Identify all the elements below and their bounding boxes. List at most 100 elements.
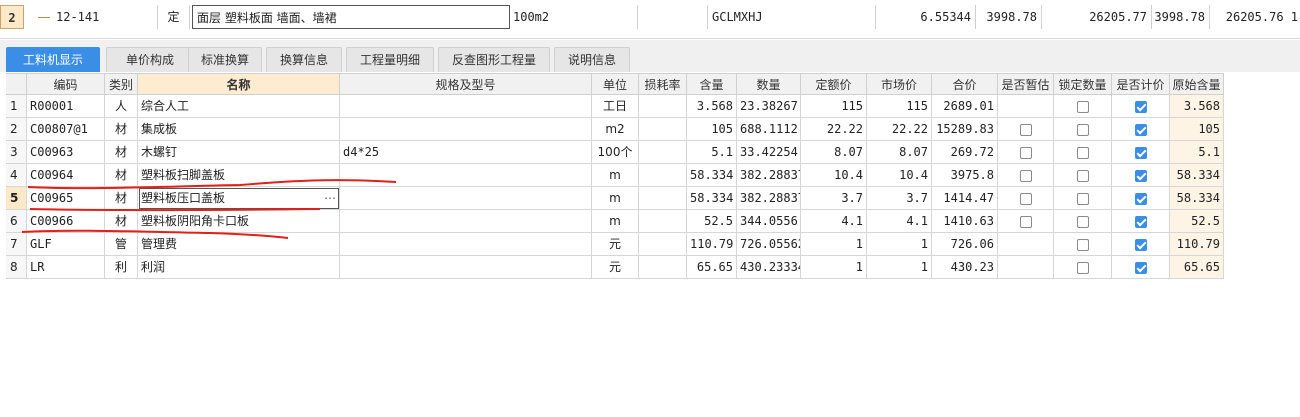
cell-name[interactable]: 塑料板压口盖板 ⋯ [138,187,340,210]
header-quota-price[interactable]: 定额价 [801,73,867,95]
cell-is-priced[interactable] [1112,210,1170,233]
cell-total[interactable]: 1410.63 [932,210,998,233]
cell-is-estimate[interactable] [998,141,1054,164]
cell-is-priced[interactable] [1112,256,1170,279]
cell-spec[interactable] [340,187,592,210]
cell-content[interactable]: 58.334 [687,164,737,187]
cell-is-priced[interactable] [1112,164,1170,187]
cell-quota-price[interactable]: 115 [801,95,867,118]
cell-type[interactable]: 利 [105,256,138,279]
cell-total[interactable]: 2689.01 [932,95,998,118]
checkbox-unchecked[interactable] [1076,100,1089,113]
cell-original-content[interactable]: 110.79 [1170,233,1224,256]
cell-loss-rate[interactable] [639,210,687,233]
cell-original-content[interactable]: 3.568 [1170,95,1224,118]
cell-spec[interactable] [340,95,592,118]
cell-spec[interactable] [340,118,592,141]
cell-is-priced[interactable] [1112,187,1170,210]
cell-unit[interactable]: 元 [592,233,639,256]
cell-content[interactable]: 5.1 [687,141,737,164]
cell-unit[interactable]: 100个 [592,141,639,164]
cell-quantity[interactable]: 382.28837 [737,187,801,210]
cell-lock-qty[interactable] [1054,118,1112,141]
table-row[interactable]: 1 R00001 人综合人工 工日 3.568 23.38267 115 115 2689.01… [6,95,1224,118]
cell-name[interactable]: 塑料板阴阳角卡口板 [138,210,340,233]
header-spec[interactable]: 规格及型号 [340,73,592,95]
checkbox-checked[interactable] [1134,123,1147,136]
row-number[interactable]: 2 [6,118,27,141]
cell-total[interactable]: 726.06 [932,233,998,256]
cell-type[interactable]: 材 [105,164,138,187]
cell-total[interactable]: 3975.8 [932,164,998,187]
cell-code[interactable]: GLF [27,233,105,256]
checkbox-unchecked[interactable] [1076,215,1089,228]
checkbox-unchecked[interactable] [1019,123,1032,136]
cell-code[interactable]: LR [27,256,105,279]
header-original-content[interactable]: 原始含量 [1170,73,1224,95]
ellipsis-button[interactable]: ⋯ [324,187,336,209]
checkbox-checked[interactable] [1134,215,1147,228]
cell-unit[interactable]: m [592,187,639,210]
cell-lock-qty[interactable] [1054,256,1112,279]
upper-row[interactable]: 2 12-141 定 面层 塑料板面 墙面、墙裙 100m2 GCLMXHJ 6… [0,5,1300,29]
upper-name[interactable]: 面层 塑料板面 墙面、墙裙 [192,5,510,29]
tab-standard-conversion[interactable]: 标准换算 [188,47,262,72]
cell-code[interactable]: C00964 [27,164,105,187]
header-quantity[interactable]: 数量 [737,73,801,95]
cell-unit[interactable]: m [592,164,639,187]
cell-code[interactable]: C00966 [27,210,105,233]
cell-total[interactable]: 15289.83 [932,118,998,141]
upper-total-2[interactable]: 26205.76 1 [1210,5,1300,29]
cell-market-price[interactable]: 10.4 [867,164,932,187]
checkbox-checked[interactable] [1134,238,1147,251]
upper-total[interactable]: 26205.77 [1042,5,1152,29]
cell-unit[interactable]: m [592,210,639,233]
cell-loss-rate[interactable] [639,187,687,210]
cell-name[interactable]: 利润 [138,256,340,279]
tab-unit-price[interactable]: 单价构成 [106,47,194,72]
row-number[interactable]: 7 [6,233,27,256]
cell-code[interactable]: C00807@1 [27,118,105,141]
cell-market-price[interactable]: 115 [867,95,932,118]
header-type[interactable]: 类别 [105,73,138,95]
tab-material-display[interactable]: 工料机显示 [6,47,100,72]
cell-unit[interactable]: 工日 [592,95,639,118]
tab-reverse-graphic-quantity[interactable]: 反查图形工程量 [438,47,550,72]
cell-spec[interactable] [340,233,592,256]
cell-name[interactable]: 综合人工 [138,95,340,118]
cell-quantity[interactable]: 430.23334 [737,256,801,279]
cell-code[interactable]: C00963 [27,141,105,164]
cell-market-price[interactable]: 4.1 [867,210,932,233]
checkbox-unchecked[interactable] [1019,169,1032,182]
cell-name[interactable]: 塑料板扫脚盖板 [138,164,340,187]
cell-unit[interactable]: m2 [592,118,639,141]
header-total[interactable]: 合价 [932,73,998,95]
checkbox-checked[interactable] [1134,261,1147,274]
checkbox-unchecked[interactable] [1076,123,1089,136]
checkbox-checked[interactable] [1134,100,1147,113]
table-row[interactable]: 2 C00807@1 材集成板 m2 105 688.1112 22.22 22.22 1528… [6,118,1224,141]
checkbox-unchecked[interactable] [1076,146,1089,159]
cell-spec[interactable] [340,210,592,233]
cell-loss-rate[interactable] [639,256,687,279]
header-loss-rate[interactable]: 损耗率 [639,73,687,95]
cell-is-priced[interactable] [1112,118,1170,141]
row-number[interactable]: 5 [6,187,27,210]
cell-total[interactable]: 430.23 [932,256,998,279]
upper-unit-price[interactable]: 3998.78 [976,5,1042,29]
cell-quota-price[interactable]: 3.7 [801,187,867,210]
upper-type[interactable]: 定 [158,5,190,29]
cell-is-estimate[interactable] [998,164,1054,187]
checkbox-unchecked[interactable] [1076,238,1089,251]
checkbox-checked[interactable] [1134,192,1147,205]
cell-market-price[interactable]: 1 [867,233,932,256]
cell-lock-qty[interactable] [1054,141,1112,164]
cell-quota-price[interactable]: 4.1 [801,210,867,233]
cell-quota-price[interactable]: 10.4 [801,164,867,187]
cell-total[interactable]: 269.72 [932,141,998,164]
table-row[interactable]: 4 C00964 材塑料板扫脚盖板 m 58.334 382.28837 10.4 10.4 3… [6,164,1224,187]
cell-original-content[interactable]: 52.5 [1170,210,1224,233]
upper-formula[interactable]: GCLMXHJ [708,5,876,29]
cell-type[interactable]: 人 [105,95,138,118]
cell-loss-rate[interactable] [639,141,687,164]
